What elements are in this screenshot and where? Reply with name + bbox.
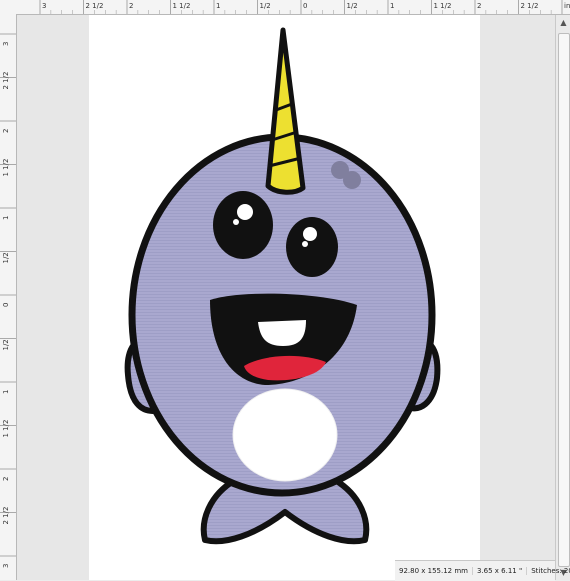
status-size-mm: 92.80 x 155.12 mm [395, 567, 473, 575]
narwhal-design[interactable] [0, 0, 570, 580]
left-eye [213, 191, 273, 259]
vertical-scrollbar[interactable]: ▲ ▼ [555, 15, 570, 580]
status-bar: 92.80 x 155.12 mm 3.65 x 6.11 " Stitches… [395, 560, 570, 581]
status-size-inches: 3.65 x 6.11 " [473, 567, 528, 575]
right-eye [286, 217, 338, 277]
spot [343, 171, 361, 189]
scroll-up-icon[interactable]: ▲ [558, 17, 569, 28]
scrollbar-thumb[interactable] [558, 33, 570, 567]
status-stitch-count: Stitches: 20007 [531, 567, 570, 575]
belly [232, 388, 338, 482]
horn [265, 27, 306, 195]
